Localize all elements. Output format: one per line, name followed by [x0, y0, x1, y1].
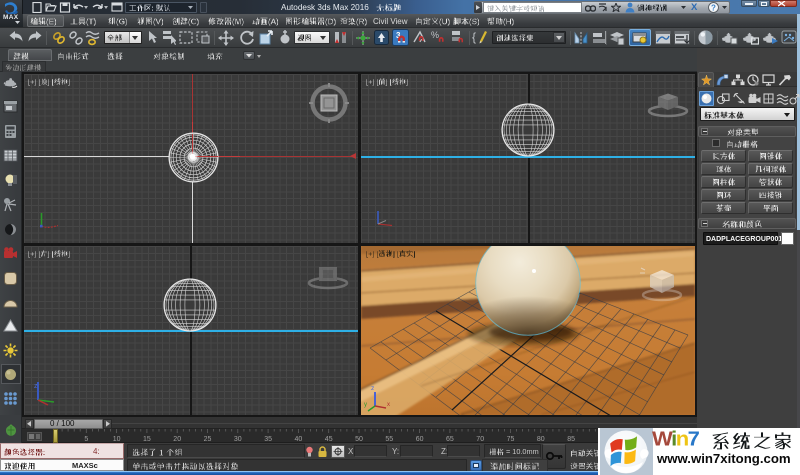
svg-text:30: 30 — [234, 436, 242, 443]
svg-text:25: 25 — [204, 436, 212, 443]
svg-text:65: 65 — [446, 436, 454, 443]
svg-text:10: 10 — [113, 436, 121, 443]
svg-text:?: ? — [711, 4, 716, 13]
svg-text:15: 15 — [143, 436, 151, 443]
svg-text:y: y — [364, 402, 367, 408]
svg-text:20: 20 — [173, 436, 181, 443]
svg-text:50: 50 — [355, 436, 363, 443]
svg-text:5: 5 — [84, 436, 88, 443]
svg-text:z: z — [371, 385, 374, 392]
svg-text:40: 40 — [295, 436, 303, 443]
svg-text:60: 60 — [416, 436, 424, 443]
svg-text:70: 70 — [476, 436, 484, 443]
svg-text:85: 85 — [567, 436, 575, 443]
svg-text:80: 80 — [537, 436, 545, 443]
svg-text:x: x — [387, 402, 390, 408]
svg-text:45: 45 — [325, 436, 333, 443]
svg-text:{: { — [472, 30, 476, 44]
svg-text:%: % — [431, 30, 439, 40]
svg-text:35: 35 — [264, 436, 272, 443]
svg-text:75: 75 — [507, 436, 515, 443]
svg-text:z: z — [34, 383, 38, 390]
svg-text:55: 55 — [385, 436, 393, 443]
